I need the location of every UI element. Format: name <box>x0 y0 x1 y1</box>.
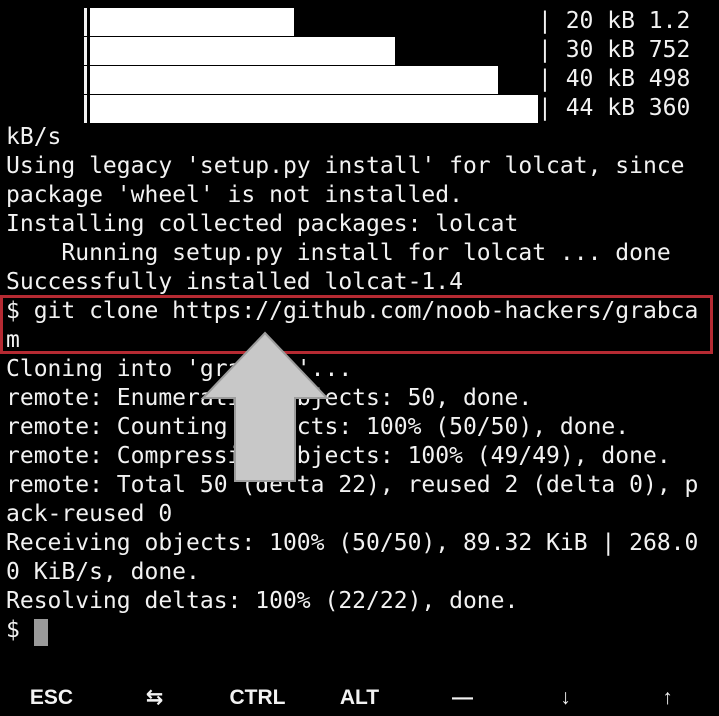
terminal-output[interactable]: | 20 kB 1.2 | 30 kB 752 | 40 kB 498 | 44… <box>0 0 719 660</box>
terminal-line: kB/s <box>6 124 62 150</box>
dash-key[interactable]: — <box>411 680 514 711</box>
terminal-line: remote: Compressing objects: 100% (49/49… <box>6 443 671 469</box>
progress-stats: | 40 kB 498 <box>538 66 691 92</box>
terminal-line: Successfully installed lolcat-1.4 <box>6 269 463 295</box>
up-arrow-icon <box>200 331 330 482</box>
terminal-line: Resolving deltas: 100% (22/22), done. <box>6 588 519 614</box>
progress-bar-fill <box>90 95 538 123</box>
ctrl-key[interactable]: CTRL <box>206 680 309 711</box>
arrow-up-key[interactable]: ↑ <box>616 680 719 711</box>
terminal-line: package 'wheel' is not installed. <box>6 182 463 208</box>
progress-bar-left-edge <box>84 37 87 65</box>
arrow-down-key[interactable]: ↓ <box>514 680 617 711</box>
terminal-line: ack-reused 0 <box>6 501 173 527</box>
progress-bar-fill <box>90 8 294 36</box>
terminal-line: Using legacy 'setup.py install' for lolc… <box>6 153 685 179</box>
esc-key[interactable]: ESC <box>0 680 103 711</box>
progress-bar-left-edge <box>84 66 87 94</box>
progress-bar-left-edge <box>84 95 87 123</box>
progress-stats: | 20 kB 1.2 <box>538 8 691 34</box>
command-highlight-box <box>0 295 713 354</box>
text-cursor <box>34 619 48 646</box>
terminal-line: Receiving objects: 100% (50/50), 89.32 K… <box>6 530 699 556</box>
progress-bar-left-edge <box>84 8 87 36</box>
extra-keys-bar: ESC ⇆ CTRL ALT — ↓ ↑ <box>0 680 719 711</box>
progress-bar-fill <box>90 66 498 94</box>
progress-stats: | 44 kB 360 <box>538 95 691 121</box>
prompt-line: $ <box>6 617 34 643</box>
tab-key[interactable]: ⇆ <box>103 680 206 711</box>
alt-key[interactable]: ALT <box>308 680 411 711</box>
up-arrow-shape <box>200 331 330 482</box>
terminal-line: remote: Total 50 (delta 22), reused 2 (d… <box>6 472 699 498</box>
progress-bar-fill <box>90 37 395 65</box>
progress-stats: | 30 kB 752 <box>538 37 691 63</box>
terminal-line: Running setup.py install for lolcat ... … <box>6 240 671 266</box>
terminal-line: 0 KiB/s, done. <box>6 559 200 585</box>
terminal-line: Installing collected packages: lolcat <box>6 211 519 237</box>
